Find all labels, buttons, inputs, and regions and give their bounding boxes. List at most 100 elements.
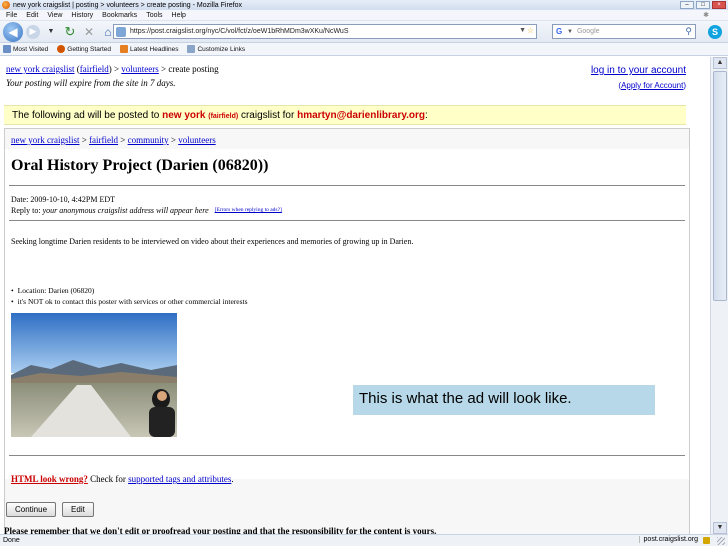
- crumb-separator: >: [170, 135, 176, 145]
- skype-icon[interactable]: S: [708, 25, 722, 39]
- menu-bookmarks[interactable]: Bookmarks: [102, 12, 137, 19]
- stop-button[interactable]: ✕: [81, 24, 97, 40]
- html-wrong-text: HTML look wrong?: [11, 474, 88, 484]
- most-visited-icon: [3, 45, 11, 53]
- navigation-toolbar: ◀ ▶ ▼ ↻ ✕ ⌂ https://post.craigslist.org/…: [0, 21, 728, 43]
- menu-history[interactable]: History: [71, 12, 93, 19]
- crumb-site-link[interactable]: new york craigslist: [6, 64, 74, 74]
- preview-crumb-site[interactable]: new york craigslist: [11, 135, 79, 145]
- html-wrong-mid: Check for: [90, 474, 126, 484]
- search-engine-dropdown-icon[interactable]: ▼: [567, 29, 573, 35]
- stop-icon: ✕: [83, 24, 95, 39]
- search-icon[interactable]: ⚲: [685, 26, 692, 37]
- rss-icon: [120, 45, 129, 53]
- status-bar: Done post.craigslist.org: [0, 534, 728, 546]
- search-box[interactable]: G ▼ Google ⚲: [552, 24, 696, 39]
- preview-crumb-area[interactable]: fairfield: [89, 135, 118, 145]
- reply-value: your anonymous craigslist address will a…: [42, 206, 209, 215]
- page-icon: [187, 45, 196, 53]
- desert-photo-image: [11, 313, 177, 437]
- menu-edit[interactable]: Edit: [26, 12, 38, 19]
- firefox-icon: [2, 1, 10, 9]
- expire-note: Your posting will expire from the site i…: [6, 78, 176, 88]
- reply-help-link[interactable]: [Errors when replying to ads?]: [215, 207, 282, 213]
- menu-bar: File Edit View History Bookmarks Tools H…: [0, 10, 728, 21]
- scroll-thumb[interactable]: [713, 71, 727, 301]
- menu-file[interactable]: File: [6, 12, 17, 19]
- apply-account-link[interactable]: Apply for Account: [621, 81, 683, 90]
- action-buttons: Continue Edit: [6, 502, 94, 517]
- back-arrow-icon: ◀: [8, 24, 18, 39]
- notice-email: hmartyn@darienlibrary.org: [297, 110, 426, 121]
- reply-line: Reply to: your anonymous craigslist addr…: [11, 206, 282, 215]
- posting-photo: [11, 313, 177, 437]
- crumb-area-link[interactable]: fairfield: [80, 64, 109, 74]
- menu-tools[interactable]: Tools: [146, 12, 162, 19]
- posting-title: Oral History Project (Darien (06820)): [11, 157, 269, 174]
- bookmark-latest-headlines[interactable]: Latest Headlines: [120, 45, 178, 53]
- resize-grip-icon[interactable]: [717, 537, 725, 545]
- url-dropdown-icon[interactable]: ▼: [519, 27, 526, 34]
- posting-date: Date: 2009-10-10, 4:42PM EDT: [11, 195, 115, 204]
- scroll-up-arrow[interactable]: ▲: [713, 57, 727, 69]
- menu-view[interactable]: View: [47, 12, 62, 19]
- html-help-line: HTML look wrong? Check for supported tag…: [11, 474, 234, 484]
- notice-pre: The following ad will be posted to: [12, 110, 160, 121]
- notice-mid: craigslist for: [240, 110, 295, 121]
- minimize-button[interactable]: –: [680, 1, 694, 9]
- google-icon[interactable]: G: [556, 27, 566, 37]
- window-controls: – □ ×: [680, 1, 726, 9]
- preview-breadcrumb: new york craigslist > fairfield > commun…: [11, 135, 216, 145]
- preview-crumb-community[interactable]: community: [128, 135, 169, 145]
- bullet-location: Location: Darien (06820): [11, 285, 248, 296]
- crumb-separator: >: [161, 64, 167, 74]
- url-text[interactable]: https://post.craigslist.org/nyc/C/vol/fc…: [130, 28, 349, 35]
- history-dropdown-button[interactable]: ▼: [43, 24, 59, 40]
- window-title: new york craigslist | posting > voluntee…: [13, 1, 243, 9]
- bookmarks-toolbar: Most Visited Getting Started Latest Head…: [0, 43, 728, 56]
- annotation-callout: This is what the ad will look like.: [353, 385, 655, 415]
- bullet-contact: it's NOT ok to contact this poster with …: [11, 296, 248, 307]
- notice-city: new york: [162, 110, 206, 121]
- close-button[interactable]: ×: [712, 1, 726, 9]
- firefox-small-icon: [57, 45, 66, 53]
- menu-help[interactable]: Help: [172, 12, 186, 19]
- reply-label: Reply to:: [11, 206, 41, 215]
- divider: [9, 185, 685, 186]
- login-link[interactable]: log in to your account: [591, 65, 686, 76]
- address-bar[interactable]: https://post.craigslist.org/nyc/C/vol/fc…: [113, 24, 537, 39]
- forward-arrow-icon: ▶: [29, 26, 37, 36]
- crumb-section-link[interactable]: volunteers: [121, 64, 159, 74]
- apply-account: (Apply for Account): [618, 81, 686, 90]
- status-text: Done: [3, 537, 20, 544]
- edit-button[interactable]: Edit: [62, 502, 94, 517]
- forward-button[interactable]: ▶: [26, 24, 40, 39]
- responsibility-note: Please remember that we don't edit or pr…: [4, 526, 437, 534]
- posting-preview: Oral History Project (Darien (06820)) Da…: [5, 149, 689, 484]
- crumb-separator: >: [81, 135, 87, 145]
- notice-area: (fairfield): [208, 113, 239, 120]
- maximize-button[interactable]: □: [696, 1, 710, 9]
- chevron-down-icon: ▼: [47, 28, 55, 35]
- supported-tags-link[interactable]: supported tags and attributes: [128, 474, 231, 484]
- continue-button[interactable]: Continue: [6, 502, 57, 517]
- back-button[interactable]: ◀: [3, 21, 23, 42]
- posting-body: Seeking longtime Darien residents to be …: [11, 237, 414, 246]
- scroll-down-arrow[interactable]: ▼: [713, 522, 727, 534]
- preview-box: new york craigslist > fairfield > commun…: [4, 128, 690, 534]
- bookmark-star-icon[interactable]: ☆: [527, 26, 534, 35]
- reload-button[interactable]: ↻: [62, 24, 78, 40]
- vertical-scrollbar[interactable]: ▲ ▼: [710, 57, 728, 534]
- lock-icon[interactable]: [703, 537, 710, 544]
- site-identity-icon[interactable]: [116, 26, 126, 37]
- bookmark-getting-started[interactable]: Getting Started: [57, 45, 111, 53]
- throbber-icon: ✱: [703, 12, 709, 19]
- preview-crumb-volunteers[interactable]: volunteers: [178, 135, 216, 145]
- bookmark-most-visited[interactable]: Most Visited: [3, 45, 48, 53]
- search-input[interactable]: Google: [577, 28, 600, 35]
- bookmark-customize-links[interactable]: Customize Links: [187, 45, 245, 53]
- breadcrumb: new york craigslist (fairfield) > volunt…: [6, 64, 219, 74]
- posting-notice: The following ad will be posted to new y…: [4, 105, 686, 125]
- status-host: post.craigslist.org: [638, 536, 698, 543]
- reload-icon: ↻: [64, 23, 76, 39]
